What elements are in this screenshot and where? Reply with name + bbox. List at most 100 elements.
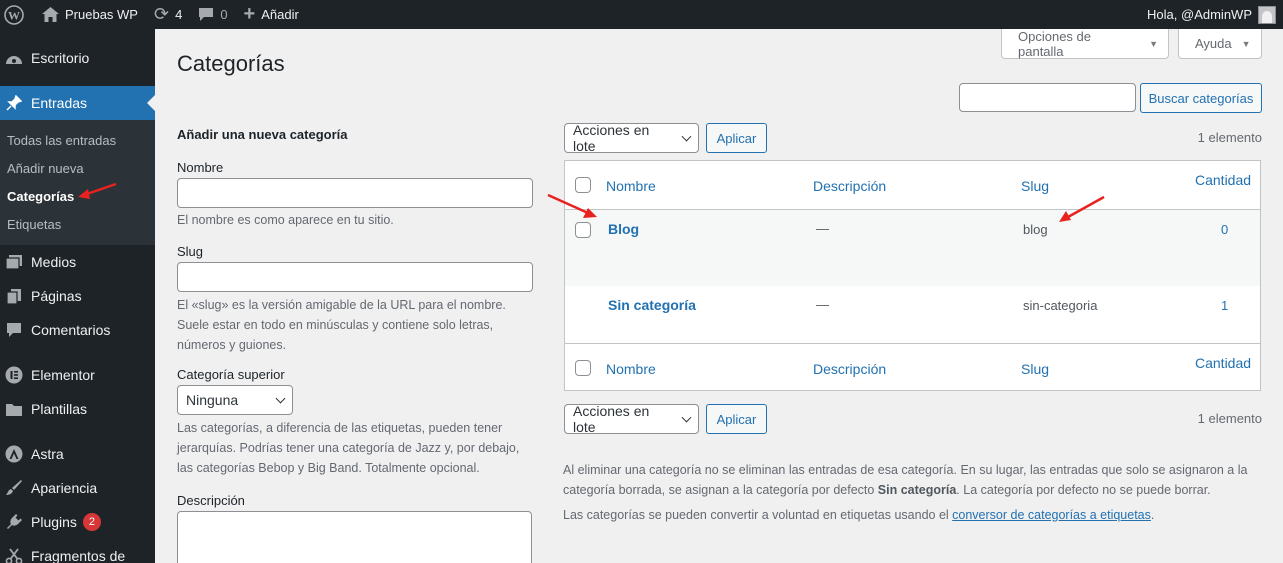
elementor-icon [4, 365, 24, 385]
page-title: Categorías [177, 51, 285, 76]
submenu-item-anadir[interactable]: Añadir nueva [0, 155, 155, 183]
menu-item-fragmentos[interactable]: Fragmentos de [0, 539, 155, 563]
plugins-update-badge: 2 [82, 513, 101, 531]
parent-help-line: jerarquías. Podrías tener una categoría … [177, 441, 520, 455]
category-name-link[interactable]: Sin categoría [608, 297, 696, 313]
column-slug-header[interactable]: Slug [1021, 361, 1049, 377]
menu-label: Elementor [31, 367, 95, 383]
column-name-header[interactable]: Nombre [606, 178, 656, 194]
brush-icon [4, 478, 24, 498]
menu-label: Páginas [31, 288, 82, 304]
slug-help: El «slug» es la versión amigable de la U… [177, 295, 533, 355]
screen-options-label: Opciones de pantalla [1018, 28, 1091, 59]
submenu-item-categorias[interactable]: Categorías [0, 183, 155, 211]
menu-label: Escritorio [31, 50, 90, 66]
comments-count: 0 [220, 7, 228, 22]
menu-item-plantillas[interactable]: Plantillas [0, 392, 155, 426]
row-checkbox[interactable] [575, 222, 591, 238]
chevron-down-icon [681, 412, 692, 422]
help-button[interactable]: Ayuda ▼ [1178, 29, 1262, 59]
categories-table: Nombre Descripción Slug Cantidad Blog — … [564, 160, 1261, 391]
search-categories-button[interactable]: Buscar categorías [1140, 83, 1262, 113]
apply-button[interactable]: Aplicar [706, 404, 767, 434]
site-name-link[interactable]: Pruebas WP [34, 0, 146, 29]
column-count-header[interactable]: Cantidad [1195, 172, 1251, 188]
submenu-entradas: Todas las entradas Añadir nueva Categorí… [0, 120, 155, 245]
menu-label: Comentarios [31, 322, 111, 338]
search-categories-input[interactable] [959, 83, 1136, 112]
category-name-link[interactable]: Blog [608, 221, 639, 237]
slug-help-line: números y guiones. [177, 338, 287, 352]
description-textarea[interactable] [177, 511, 532, 563]
comment-bubble-icon [198, 7, 214, 22]
menu-label: Entradas [31, 95, 88, 111]
new-content-link[interactable]: + Añadir [236, 0, 307, 29]
help-label: Ayuda [1195, 36, 1232, 51]
pin-icon [4, 93, 24, 113]
items-count: 1 elemento [1197, 130, 1262, 145]
menu-item-comentarios[interactable]: Comentarios [0, 313, 155, 347]
note-text: Al eliminar una categoría no se eliminan… [563, 463, 1248, 477]
bulk-actions-select[interactable]: Acciones en lote [564, 403, 699, 435]
svg-text:W: W [8, 8, 20, 22]
apply-button[interactable]: Aplicar [706, 123, 767, 153]
parent-help-line: Las categorías, a diferencia de las etiq… [177, 421, 503, 435]
menu-item-apariencia[interactable]: Apariencia [0, 471, 155, 505]
menu-item-medios[interactable]: Medios [0, 245, 155, 279]
column-slug-header[interactable]: Slug [1021, 178, 1049, 194]
new-label: Añadir [261, 7, 299, 22]
category-description: — [816, 221, 829, 236]
menu-item-escritorio[interactable]: Escritorio [0, 41, 155, 75]
column-count-header[interactable]: Cantidad [1195, 355, 1251, 371]
comments-link[interactable]: 0 [190, 0, 235, 29]
site-name: Pruebas WP [65, 7, 138, 22]
plugin-icon [4, 512, 24, 532]
parent-category-select[interactable]: Ninguna [177, 385, 293, 415]
updates-link[interactable]: ⟳ 4 [146, 0, 190, 29]
submenu-item-todas[interactable]: Todas las entradas [0, 127, 155, 155]
description-label: Descripción [177, 493, 245, 508]
screen-options-button[interactable]: Opciones de pantalla ▼ [1001, 29, 1169, 59]
wordpress-logo-menu[interactable]: W [0, 0, 34, 29]
add-category-form: Añadir una nueva categoría Nombre El nom… [177, 120, 533, 563]
scissors-icon [4, 546, 24, 563]
bulk-action-value: Acciones en lote [573, 403, 650, 435]
menu-label: Fragmentos de [31, 548, 126, 563]
name-help: El nombre es como aparece en tu sitio. [177, 213, 394, 227]
default-category-name: Sin categoría [877, 483, 957, 497]
column-description-header: Descripción [813, 361, 887, 377]
select-all-checkbox[interactable] [575, 177, 591, 193]
menu-item-paginas[interactable]: Páginas [0, 279, 155, 313]
bulk-actions-select[interactable]: Acciones en lote [564, 122, 699, 154]
category-slug: blog [1023, 222, 1048, 237]
submenu-item-etiquetas[interactable]: Etiquetas [0, 211, 155, 239]
category-count-link[interactable]: 0 [1221, 222, 1228, 237]
caret-down-icon: ▼ [1149, 38, 1158, 49]
slug-help-line: Suele estar en todo en minúsculas y cont… [177, 318, 494, 332]
menu-item-astra[interactable]: Astra [0, 437, 155, 471]
menu-label: Astra [31, 446, 64, 462]
menu-item-entradas[interactable]: Entradas [0, 86, 155, 120]
menu-label: Medios [31, 254, 77, 270]
converter-link[interactable]: conversor de categorías a etiquetas [952, 508, 1151, 522]
select-all-checkbox[interactable] [575, 360, 591, 376]
my-account-link[interactable]: Hola, @AdminWP [1147, 0, 1283, 29]
updates-count: 4 [175, 7, 183, 22]
menu-item-elementor[interactable]: Elementor [0, 358, 155, 392]
table-header-row: Nombre Descripción Slug Cantidad [565, 161, 1260, 210]
name-field[interactable] [177, 178, 533, 208]
category-slug: sin-categoria [1023, 298, 1098, 313]
convert-note: Las categorías se pueden convertir a vol… [563, 505, 1263, 525]
note-text: categoría borrada, se asignan a la categ… [563, 483, 878, 497]
menu-label: Plugins [31, 514, 77, 530]
menu-label: Apariencia [31, 480, 98, 496]
wordpress-logo-icon: W [4, 4, 24, 25]
category-count-link[interactable]: 1 [1221, 298, 1228, 313]
slug-label: Slug [177, 244, 204, 259]
menu-item-plugins[interactable]: Plugins 2 [0, 505, 155, 539]
delete-note: Al eliminar una categoría no se eliminan… [563, 460, 1263, 500]
pages-icon [4, 286, 24, 306]
column-name-header[interactable]: Nombre [606, 361, 656, 377]
media-icon [4, 252, 24, 272]
slug-field[interactable] [177, 262, 533, 292]
